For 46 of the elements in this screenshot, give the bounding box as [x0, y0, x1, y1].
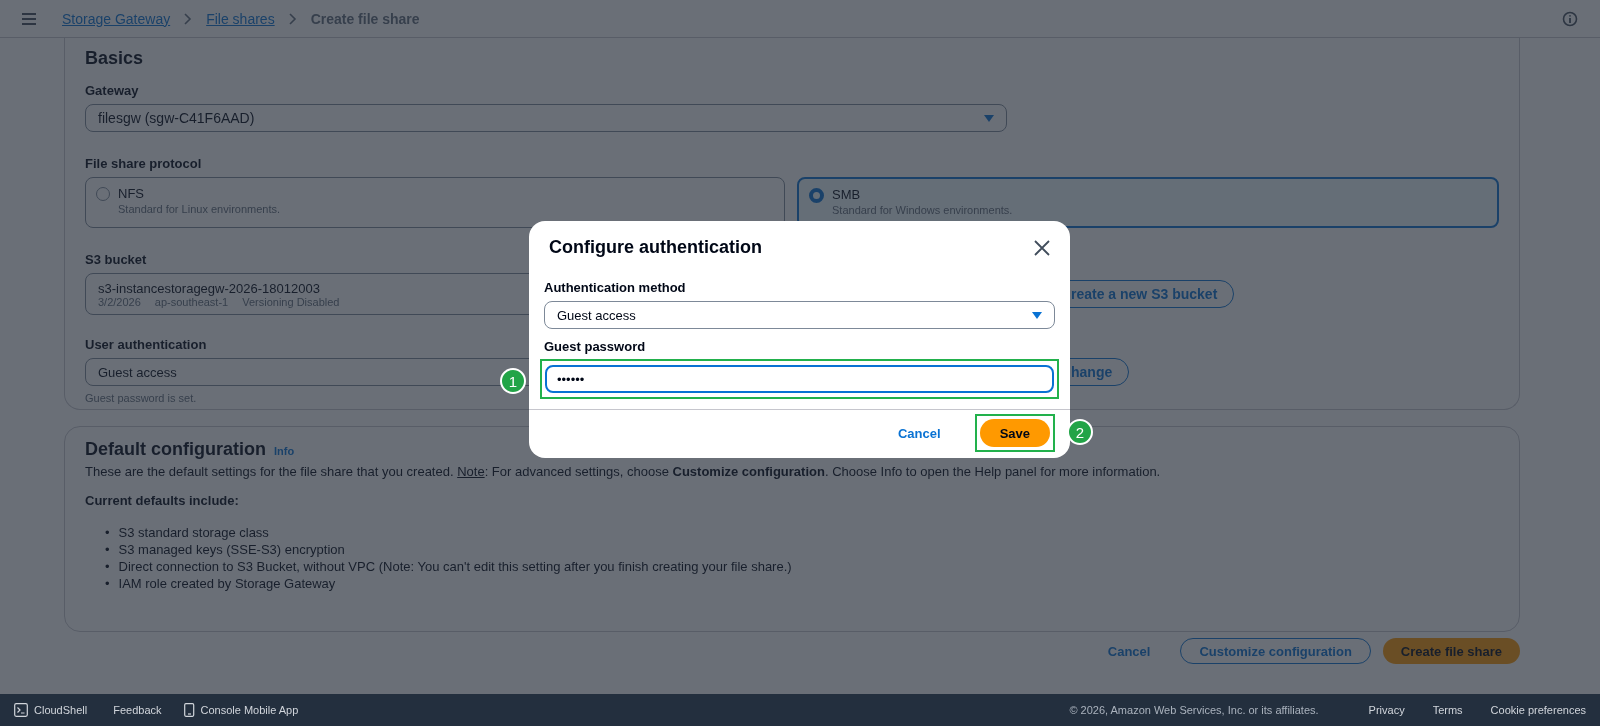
bullet: •	[105, 575, 110, 592]
bullet: •	[105, 541, 110, 558]
footer-link[interactable]: Terms	[1432, 704, 1463, 716]
modal-title: Configure authentication	[549, 237, 762, 258]
field-label: Guest password	[544, 339, 646, 354]
field-label: Gateway	[85, 83, 139, 98]
chevron-right-icon	[288, 12, 297, 25]
menu-icon[interactable]	[22, 12, 36, 25]
option-label: NFS	[118, 186, 145, 201]
cancel-link[interactable]: Cancel	[878, 419, 961, 447]
list-item: IAM role created by Storage Gateway	[118, 575, 336, 592]
terminal-icon[interactable]	[14, 703, 28, 717]
save-button[interactable]: Save	[979, 419, 1050, 447]
phone-icon[interactable]	[183, 703, 195, 717]
caret-down-icon	[1032, 311, 1042, 319]
step-number: 1	[500, 368, 526, 394]
info-icon[interactable]	[1562, 10, 1578, 27]
footer-link[interactable]: CloudShell	[34, 704, 88, 716]
footer-link[interactable]: Privacy	[1368, 704, 1405, 716]
field-label: User authentication	[85, 337, 207, 352]
description: These are the default settings for the file share that you created. Note: For advanced settings, choose Customize configuration. Choose Info to open the Help panel for more information.	[85, 464, 1162, 479]
bucket-name: s3-instancestoragegw-2026-18012003	[98, 280, 320, 296]
field-label: Authentication method	[544, 280, 686, 295]
defaults-heading: Current defaults include:	[85, 493, 240, 508]
bullet: •	[105, 558, 110, 575]
chevron-right-icon	[184, 12, 193, 25]
caret-down-icon	[984, 114, 994, 122]
field-label: File share protocol	[85, 156, 202, 171]
gateway-select[interactable]: filesgw (sgw-C41F6AAD)	[85, 104, 1007, 132]
footer-link[interactable]: Cookie preferences	[1490, 704, 1586, 716]
auth-method-select[interactable]: Guest access	[544, 301, 1055, 329]
section-title: Default configuration	[85, 439, 266, 460]
footer-link[interactable]: Console Mobile App	[200, 704, 299, 716]
bullet: •	[105, 524, 110, 541]
list-item: Direct connection to S3 Bucket, without VPC (Note: You can't edit this setting after you finish creating your file share.)	[118, 558, 792, 575]
password-field[interactable]: ••••••	[545, 365, 1054, 393]
field-label: S3 bucket	[85, 252, 147, 267]
list-item: S3 managed keys (SSE-S3) encryption	[118, 541, 345, 558]
list-item: S3 standard storage class	[118, 524, 269, 541]
step-number: 2	[1067, 419, 1093, 445]
close-icon[interactable]	[1034, 239, 1050, 256]
radio-button[interactable]	[809, 188, 824, 203]
footer-link[interactable]: Feedback	[113, 704, 162, 716]
copyright-text: © 2026, Amazon Web Services, Inc. or its affiliates.	[1069, 704, 1319, 716]
option-label: SMB	[832, 187, 862, 202]
section-title: Basics	[85, 48, 145, 69]
